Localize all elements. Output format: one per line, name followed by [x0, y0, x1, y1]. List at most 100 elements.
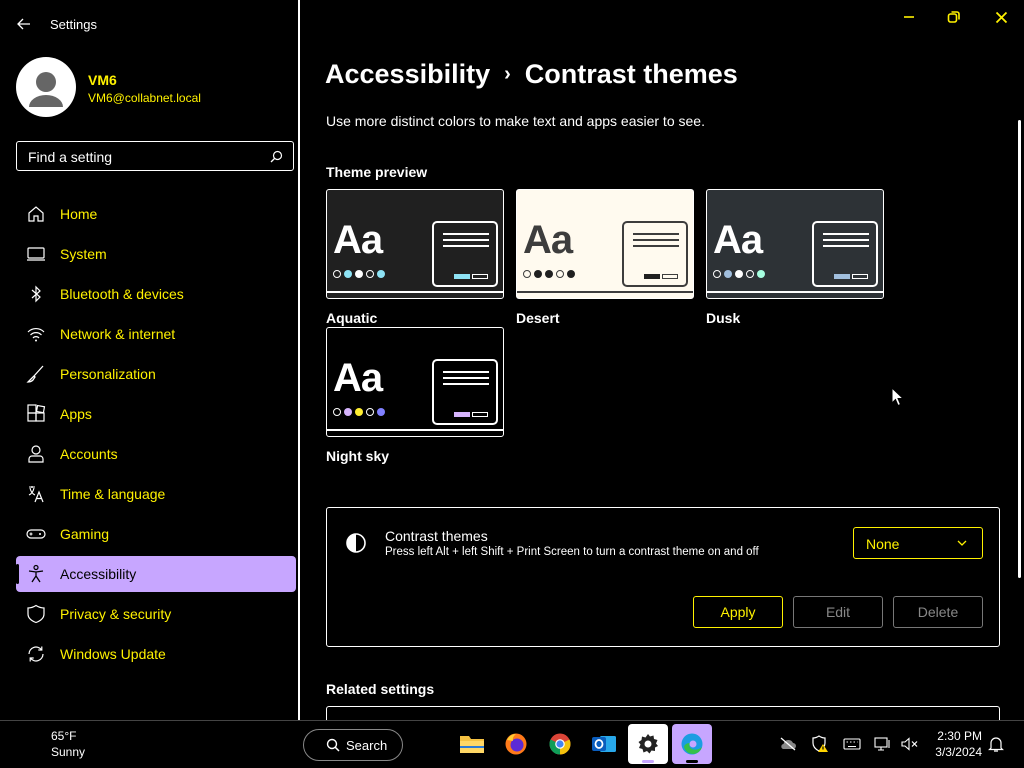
sidebar-item-label: Home	[60, 206, 98, 222]
theme-color-dots	[333, 270, 385, 278]
theme-preview-primary-button	[834, 274, 850, 279]
theme-preview-secondary-button	[472, 412, 488, 417]
theme-card-dusk[interactable]: Aa	[706, 189, 884, 299]
theme-card-desert[interactable]: Aa	[516, 189, 694, 299]
active-app-indicator	[642, 760, 654, 763]
taskbar-outlook[interactable]	[584, 724, 624, 764]
contrast-theme-dropdown[interactable]: None	[853, 527, 983, 559]
theme-preview-primary-button	[454, 274, 470, 279]
theme-color-dots	[333, 408, 385, 416]
sidebar-item-label: Privacy & security	[60, 606, 172, 622]
theme-window-preview	[812, 221, 878, 287]
theme-preview-secondary-button	[852, 274, 868, 279]
theme-sample-text: Aa	[713, 218, 763, 262]
sidebar-item-apps[interactable]: Apps	[16, 396, 296, 432]
close-button[interactable]	[990, 8, 1012, 26]
theme-sample-text: Aa	[333, 356, 383, 400]
search-icon[interactable]	[270, 150, 283, 163]
theme-color-dot	[377, 408, 385, 416]
apply-button[interactable]: Apply	[693, 596, 783, 628]
delete-button[interactable]: Delete	[893, 596, 983, 628]
sidebar-item-accessibility[interactable]: Accessibility	[16, 556, 296, 592]
theme-preview-taskbar-line	[327, 429, 503, 431]
theme-card-aquatic[interactable]: Aa	[326, 189, 504, 299]
sidebar-item-home[interactable]: Home	[16, 196, 296, 232]
sidebar-item-network[interactable]: Network & internet	[16, 316, 296, 352]
tray-notifications[interactable]	[986, 735, 1006, 753]
person-silhouette-icon	[29, 72, 63, 107]
sidebar-item-label: Windows Update	[60, 646, 166, 662]
theme-preview-heading: Theme preview	[326, 164, 428, 180]
sidebar-item-windows-update[interactable]: Windows Update	[16, 636, 296, 672]
tray-security[interactable]	[810, 735, 830, 753]
sidebar-item-gaming[interactable]: Gaming	[16, 516, 296, 552]
sidebar-item-privacy-security[interactable]: Privacy & security	[16, 596, 296, 632]
theme-color-dot	[333, 408, 341, 416]
theme-color-dot	[567, 270, 575, 278]
taskbar-settings[interactable]	[628, 724, 668, 764]
user-email: VM6@collabnet.local	[88, 91, 201, 105]
minimize-button[interactable]	[898, 8, 920, 26]
contrast-themes-subtitle: Press left Alt + left Shift + Print Scre…	[385, 546, 759, 558]
person-icon	[25, 443, 47, 465]
tray-network[interactable]	[873, 735, 893, 753]
theme-color-dot	[746, 270, 754, 278]
close-icon	[995, 11, 1007, 23]
theme-color-dot	[713, 270, 721, 278]
tray-onedrive[interactable]	[778, 735, 798, 753]
theme-color-dot	[724, 270, 732, 278]
taskbar-edge[interactable]	[672, 724, 712, 764]
sidebar-item-label: Bluetooth & devices	[60, 286, 184, 302]
sidebar-item-label: Accessibility	[60, 566, 137, 582]
home-icon	[25, 203, 47, 225]
theme-card-night-sky[interactable]: Aa	[326, 327, 504, 437]
theme-color-dot	[344, 270, 352, 278]
page-description: Use more distinct colors to make text an…	[326, 113, 705, 129]
refresh-icon	[25, 643, 47, 665]
taskbar-search-button[interactable]: Search	[303, 729, 403, 761]
restore-icon	[947, 11, 960, 23]
theme-preview-text-line	[443, 371, 489, 373]
taskbar-date[interactable]: 3/3/2024	[926, 745, 982, 759]
sidebar-item-label: Network & internet	[60, 326, 176, 342]
sidebar-item-system[interactable]: System	[16, 236, 296, 272]
taskbar-firefox[interactable]	[496, 724, 536, 764]
edge-icon	[681, 733, 703, 755]
taskbar-chrome[interactable]	[540, 724, 580, 764]
theme-preview-text-line	[443, 245, 489, 247]
tray-keyboard[interactable]	[842, 735, 862, 753]
theme-preview-text-line	[823, 245, 869, 247]
sidebar-item-personalization[interactable]: Personalization	[16, 356, 296, 392]
taskbar-time[interactable]: 2:30 PM	[932, 729, 982, 743]
theme-color-dot	[534, 270, 542, 278]
breadcrumb-parent[interactable]: Accessibility	[325, 59, 490, 89]
shield-icon	[25, 603, 47, 625]
shield-warning-icon	[812, 735, 828, 752]
cloud-offline-icon	[780, 737, 796, 751]
sidebar-item-accounts[interactable]: Accounts	[16, 436, 296, 472]
sidebar-item-time-language[interactable]: Time & language	[16, 476, 296, 512]
theme-preview-secondary-button	[472, 274, 488, 279]
network-monitor-icon	[874, 737, 890, 751]
sidebar-item-label: Accounts	[60, 446, 118, 462]
back-button[interactable]	[14, 14, 34, 34]
weather-temperature[interactable]: 65°F	[51, 729, 76, 743]
sidebar-item-bluetooth[interactable]: Bluetooth & devices	[16, 276, 296, 312]
restore-button[interactable]	[943, 8, 965, 26]
chevron-down-icon	[957, 540, 967, 546]
theme-sample-text: Aa	[333, 218, 383, 262]
settings-search-box[interactable]	[16, 141, 294, 171]
wifi-icon	[25, 323, 47, 345]
volume-muted-icon	[901, 737, 918, 751]
edit-button[interactable]: Edit	[793, 596, 883, 628]
taskbar-file-explorer[interactable]	[452, 724, 492, 764]
theme-color-dot	[355, 270, 363, 278]
tray-volume[interactable]	[900, 735, 920, 753]
theme-color-dot	[556, 270, 564, 278]
scrollbar[interactable]	[1018, 120, 1021, 578]
gamepad-icon	[25, 523, 47, 545]
theme-color-dot	[344, 408, 352, 416]
weather-condition[interactable]: Sunny	[51, 745, 85, 759]
search-input[interactable]	[26, 147, 260, 167]
theme-window-preview	[432, 221, 498, 287]
